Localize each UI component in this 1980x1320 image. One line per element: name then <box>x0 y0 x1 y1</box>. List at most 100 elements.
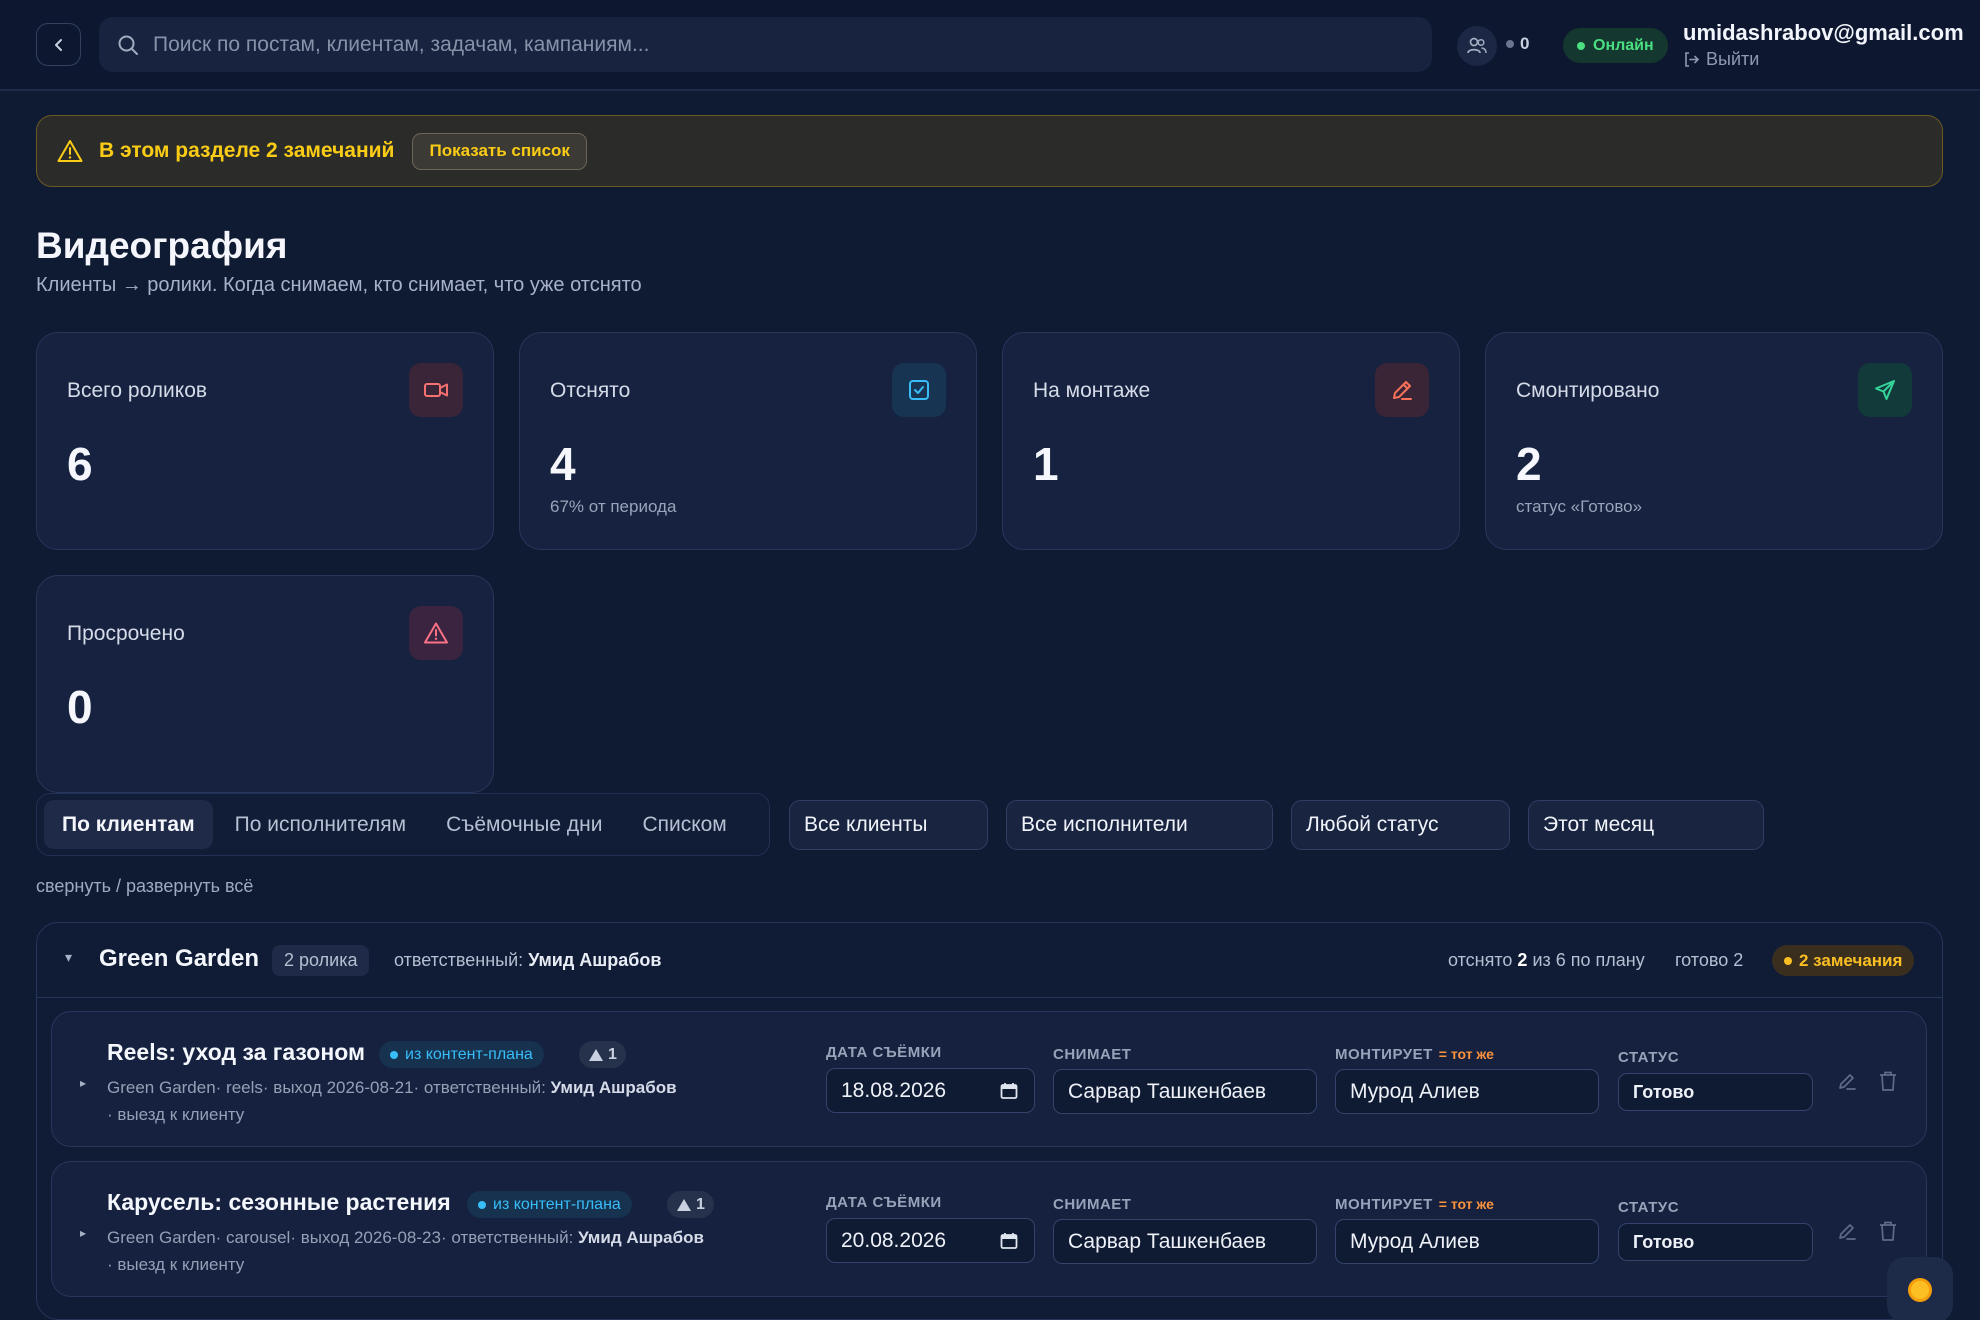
stat-card-overdue: Просрочено 0 <box>36 575 494 793</box>
meta-line: Green Garden· carousel· выход 2026-08-23… <box>107 1228 574 1247</box>
editor-select[interactable]: Мурод Алиев <box>1335 1069 1599 1114</box>
warning-banner: В этом разделе 2 замечаний Показать спис… <box>36 115 1943 187</box>
responsible-prefix: ответственный: <box>394 950 524 970</box>
stat-sub: статус «Готово» <box>1516 497 1643 516</box>
stat-value: 1 <box>1033 438 1059 490</box>
collapse-expand-all-link[interactable]: свернуть / развернуть всё <box>36 876 253 897</box>
theme-toggle-button[interactable] <box>1887 1257 1953 1320</box>
group-toggle-icon[interactable]: ▾ <box>65 949 72 966</box>
alert-count: 1 <box>608 1045 617 1063</box>
trash-icon[interactable] <box>1878 1070 1898 1092</box>
warning-triangle-icon <box>57 140 83 162</box>
status-label: СТАТУС <box>1618 1049 1680 1066</box>
alert-count-badge[interactable]: 1 <box>667 1191 714 1218</box>
video-camera-icon <box>424 383 448 397</box>
tag-label: из контент-плана <box>405 1045 533 1063</box>
video-meta: Green Garden· reels· выход 2026-08-21· о… <box>107 1074 807 1128</box>
editor-label: МОНТИРУЕТ = тот же <box>1335 1196 1494 1213</box>
stat-sub: 67% от периода <box>550 497 677 516</box>
edit-icon[interactable] <box>1837 1221 1857 1241</box>
check-square-icon <box>909 380 929 400</box>
shooter-select[interactable]: Сарвар Ташкенбаев <box>1053 1069 1317 1114</box>
content-plan-tag: из контент-плана <box>467 1191 632 1218</box>
video-meta: Green Garden· carousel· выход 2026-08-23… <box>107 1224 807 1278</box>
content-plan-tag: из контент-плана <box>379 1041 544 1068</box>
tab-list[interactable]: Списком <box>624 800 744 849</box>
client-group-header[interactable]: ▾ Green Garden 2 ролика ответственный: У… <box>37 923 1942 998</box>
video-count-badge: 2 ролика <box>272 945 370 976</box>
stat-label: Смонтировано <box>1516 379 1660 402</box>
users-count-value: 0 <box>1520 34 1530 53</box>
sun-icon <box>1908 1278 1932 1302</box>
stat-value: 4 <box>550 438 576 490</box>
online-users-button[interactable] <box>1457 26 1497 66</box>
shot-suffix: из 6 по плану <box>1532 950 1645 970</box>
meta-line: Green Garden· reels· выход 2026-08-21· о… <box>107 1078 546 1097</box>
tag-label: из контент-плана <box>493 1195 621 1213</box>
stat-value: 0 <box>67 681 93 733</box>
tab-shooting-days[interactable]: Съёмочные дни <box>428 800 620 849</box>
editor-label-text: МОНТИРУЕТ <box>1335 1046 1433 1063</box>
shooter-label: СНИМАЕТ <box>1053 1046 1132 1063</box>
notes-dot-icon <box>1784 956 1792 965</box>
calendar-icon[interactable] <box>1000 1232 1018 1250</box>
period-filter-select[interactable]: Этот месяц <box>1528 800 1764 850</box>
expand-toggle-icon[interactable]: ▸ <box>80 1226 86 1240</box>
show-list-button[interactable]: Показать список <box>412 132 587 170</box>
same-marker: = тот же <box>1438 1046 1494 1062</box>
video-item: ▸ Карусель: сезонные растения из контент… <box>51 1161 1927 1297</box>
status-label: СТАТУС <box>1618 1199 1680 1216</box>
meta-responsible: Умид Ашрабов <box>550 1078 677 1097</box>
group-responsible: ответственный: Умид Ашрабов <box>394 950 661 971</box>
editor-label: МОНТИРУЕТ = тот же <box>1335 1046 1494 1063</box>
same-marker: = тот же <box>1438 1196 1494 1212</box>
stat-card-shot: Отснято 4 67% от периода <box>519 332 977 550</box>
logout-link[interactable]: Выйти <box>1683 49 1759 70</box>
clients-filter-select[interactable]: Все клиенты <box>789 800 988 850</box>
meta-responsible: Умид Ашрабов <box>578 1228 704 1247</box>
send-icon <box>1875 380 1895 400</box>
search-input[interactable] <box>153 32 1353 57</box>
calendar-icon[interactable] <box>1000 1082 1018 1100</box>
stat-label: Всего роликов <box>67 379 208 402</box>
stat-card-editing: На монтаже 1 <box>1002 332 1460 550</box>
logout-icon <box>1685 52 1700 67</box>
editor-select[interactable]: Мурод Алиев <box>1335 1219 1599 1264</box>
tag-dot-icon <box>390 1050 398 1059</box>
warning-triangle-icon <box>589 1048 603 1061</box>
logout-label: Выйти <box>1706 49 1760 69</box>
back-button[interactable] <box>36 23 81 66</box>
user-email: umidashrabov@gmail.com <box>1683 20 1964 45</box>
date-label: ДАТА СЪЁМКИ <box>826 1194 942 1211</box>
stat-icon-box <box>1858 363 1912 417</box>
tab-by-performers[interactable]: По исполнителям <box>217 800 424 849</box>
search-bar[interactable] <box>99 17 1432 72</box>
alert-count-badge[interactable]: 1 <box>579 1041 626 1068</box>
stat-label: Просрочено <box>67 622 185 645</box>
page-title: Видеография <box>36 225 288 266</box>
meta-location: · выезд к клиенту <box>107 1255 245 1274</box>
stat-card-total: Всего роликов 6 <box>36 332 494 550</box>
status-filter-select[interactable]: Любой статус <box>1291 800 1510 850</box>
client-group: ▾ Green Garden 2 ролика ответственный: У… <box>36 922 1943 1320</box>
trash-icon[interactable] <box>1878 1220 1898 1242</box>
status-select[interactable]: Готово <box>1618 1223 1813 1261</box>
edit-icon[interactable] <box>1837 1071 1857 1091</box>
stat-value: 6 <box>67 438 93 490</box>
status-select[interactable]: Готово <box>1618 1073 1813 1111</box>
group-notes-badge[interactable]: 2 замечания <box>1772 945 1915 976</box>
shoot-date-input[interactable]: 20.08.2026 <box>826 1218 1035 1263</box>
shot-count: 2 <box>1517 950 1528 970</box>
stat-icon-box <box>409 606 463 660</box>
expand-toggle-icon[interactable]: ▸ <box>80 1076 86 1090</box>
notes-label: 2 замечания <box>1799 950 1903 970</box>
performers-filter-select[interactable]: Все исполнители <box>1006 800 1273 850</box>
group-ready-count: готово 2 <box>1675 950 1744 970</box>
shoot-date-input[interactable]: 18.08.2026 <box>826 1068 1035 1113</box>
meta-location: · выезд к клиенту <box>107 1105 245 1124</box>
tab-by-clients[interactable]: По клиентам <box>44 800 213 849</box>
online-users-count: 0 <box>1506 34 1529 54</box>
shooter-select[interactable]: Сарвар Ташкенбаев <box>1053 1219 1317 1264</box>
warning-text: В этом разделе 2 замечаний <box>99 139 395 162</box>
search-icon <box>118 35 138 55</box>
